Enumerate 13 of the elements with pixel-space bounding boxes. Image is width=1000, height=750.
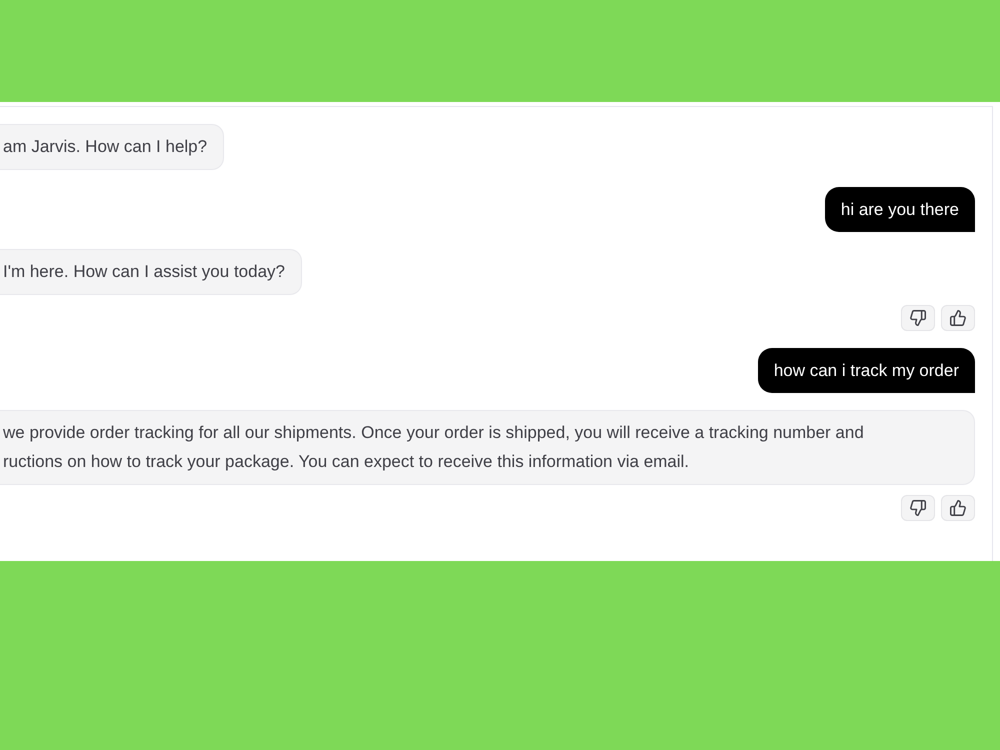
bot-message: I'm here. How can I assist you today? [0,249,302,295]
thumbs-up-icon [950,310,966,326]
thumbs-down-button[interactable] [901,495,935,521]
thumbs-up-button[interactable] [941,305,975,331]
thumbs-down-icon [910,310,926,326]
thumbs-down-button[interactable] [901,305,935,331]
thumbs-up-button[interactable] [941,495,975,521]
bot-message: am Jarvis. How can I help? [0,124,224,170]
thumbs-down-icon [910,500,926,516]
user-message: hi are you there [824,187,975,232]
user-message: how can i track my order [758,348,975,393]
bot-message: we provide order tracking for all our shipments. Once your order is shipped, you will receive a tracking number and ructions on how to track your package. You can expect to receive this information via email. [0,410,975,485]
thumbs-up-icon [950,500,966,516]
